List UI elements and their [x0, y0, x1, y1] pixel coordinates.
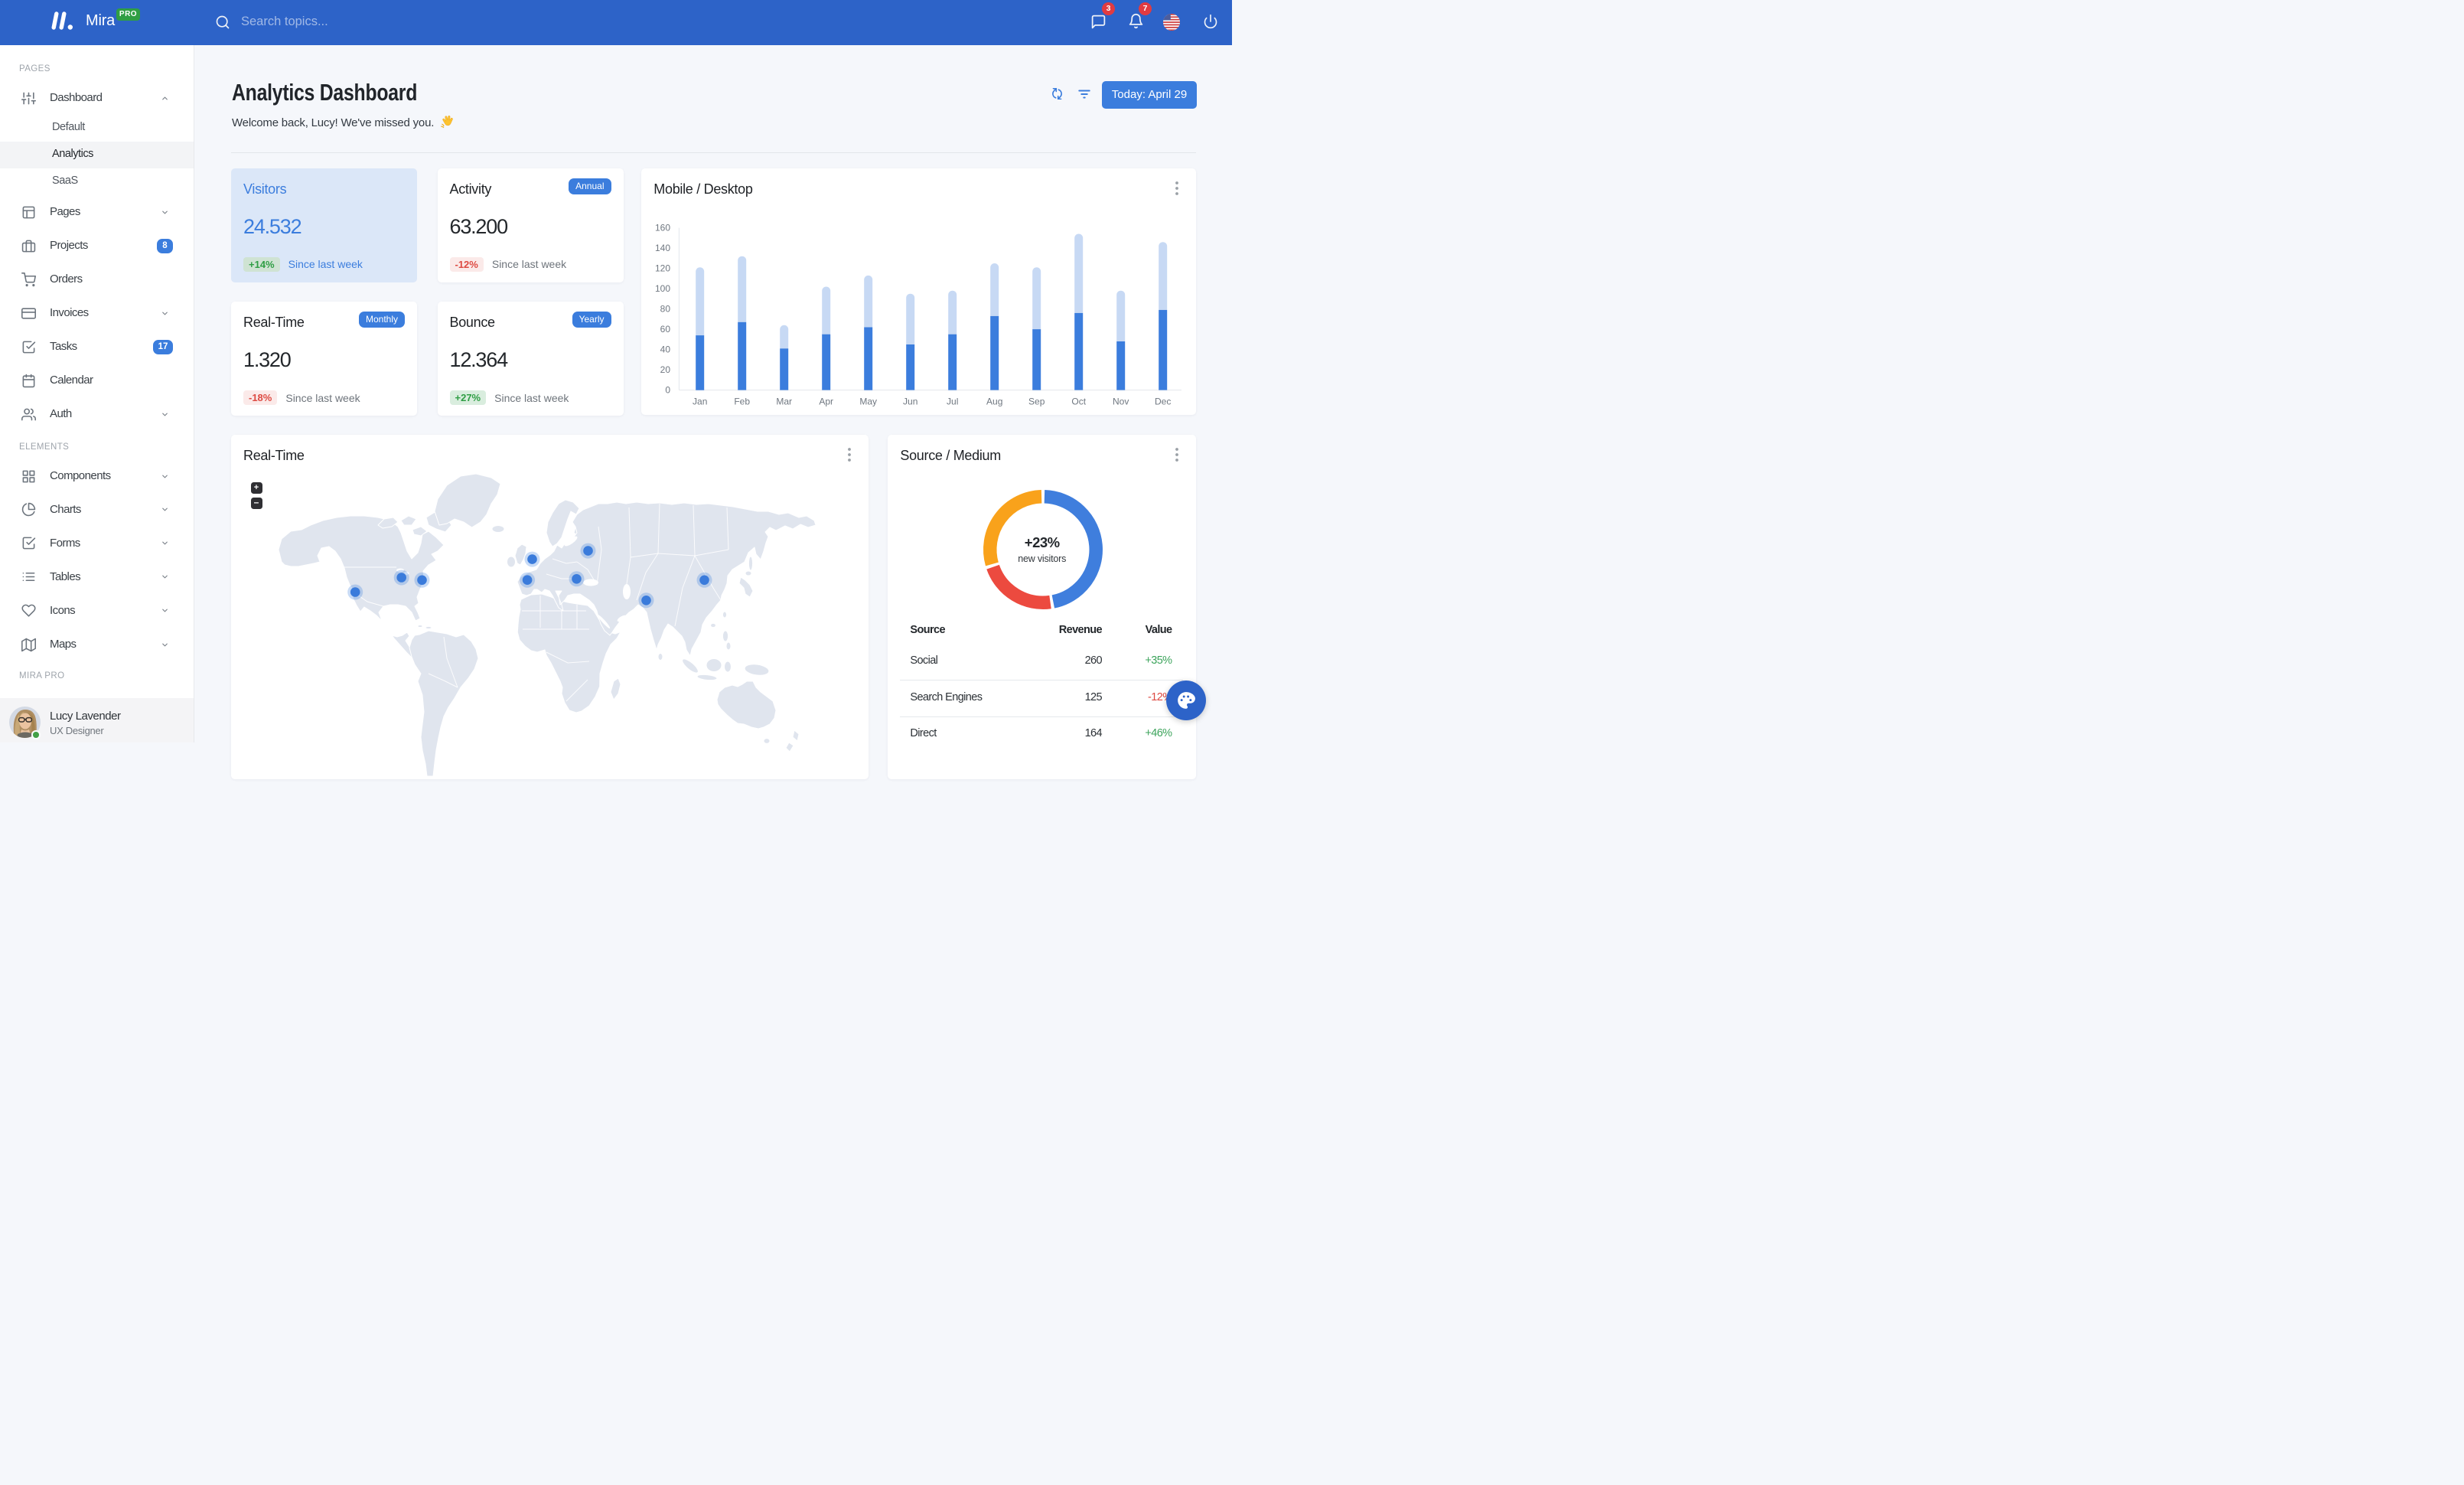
svg-text:60: 60 — [660, 324, 671, 335]
svg-text:40: 40 — [660, 344, 671, 354]
svg-text:Apr: Apr — [820, 396, 834, 406]
svg-text:May: May — [860, 396, 878, 406]
svg-text:120: 120 — [655, 263, 670, 273]
svg-text:Jul: Jul — [947, 396, 958, 406]
svg-text:Nov: Nov — [1113, 396, 1129, 406]
svg-text:Mar: Mar — [777, 396, 793, 406]
svg-text:100: 100 — [655, 283, 670, 294]
svg-text:20: 20 — [660, 364, 671, 375]
svg-text:Dec: Dec — [1155, 396, 1171, 406]
svg-text:Jan: Jan — [693, 396, 707, 406]
svg-text:Sep: Sep — [1028, 396, 1045, 406]
svg-text:160: 160 — [655, 222, 670, 233]
svg-text:80: 80 — [660, 303, 671, 314]
svg-text:Oct: Oct — [1072, 396, 1087, 406]
svg-text:Aug: Aug — [986, 396, 1002, 406]
svg-text:Jun: Jun — [903, 396, 917, 406]
svg-text:140: 140 — [655, 243, 670, 253]
svg-text:0: 0 — [666, 384, 671, 395]
svg-text:Feb: Feb — [735, 396, 751, 406]
